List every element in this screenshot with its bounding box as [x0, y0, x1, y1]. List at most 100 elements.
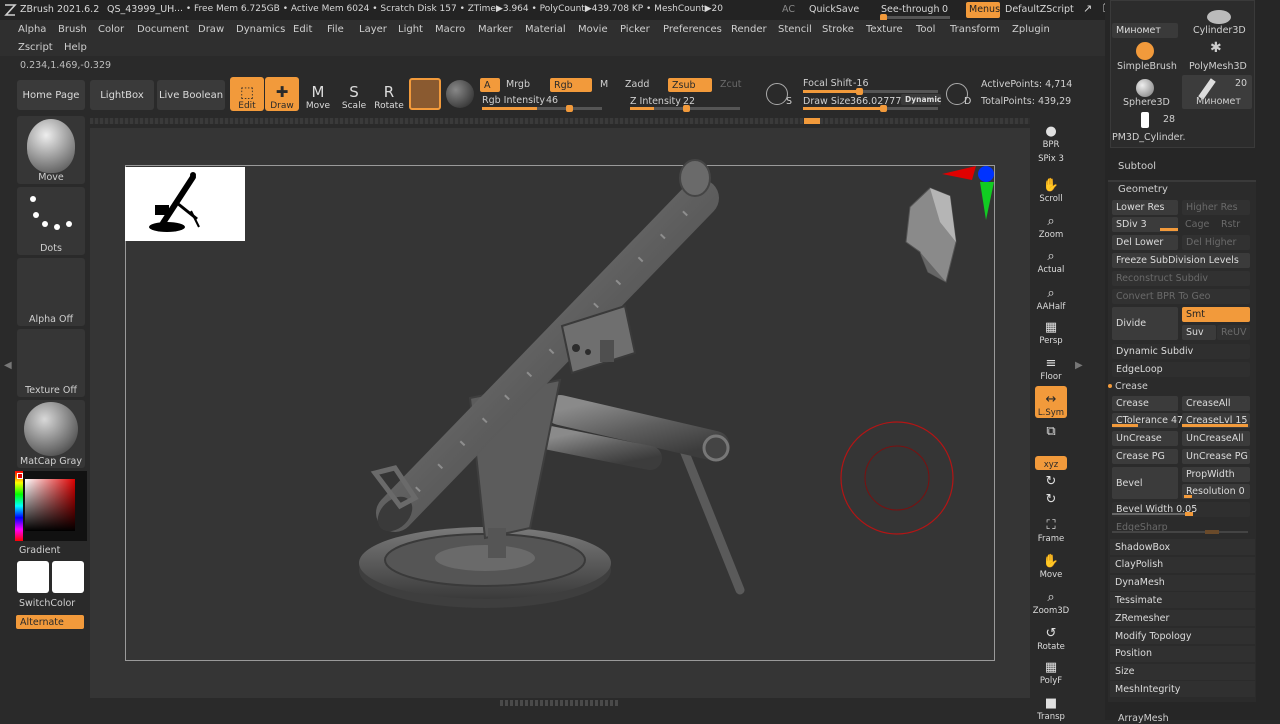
smt-toggle[interactable]: Smt: [1182, 307, 1250, 322]
tool-sphere3d[interactable]: Sphere3D: [1123, 97, 1170, 108]
move-mode-button[interactable]: M Move: [301, 77, 335, 111]
menu-transform[interactable]: Transform: [950, 24, 1000, 35]
live-boolean-button[interactable]: Live Boolean: [157, 80, 225, 110]
focal-shift-slider[interactable]: [803, 88, 938, 95]
tool-cylinder3d[interactable]: Cylinder3D: [1193, 25, 1246, 36]
saturation-value-box[interactable]: [25, 479, 75, 531]
convert-bpr-button[interactable]: Convert BPR To Geo: [1112, 289, 1250, 304]
zremesher-section[interactable]: ZRemesher: [1110, 610, 1255, 627]
transp-button[interactable]: ■ Transp: [1035, 690, 1067, 722]
texture-slot[interactable]: Texture Off: [17, 329, 85, 397]
menu-file[interactable]: File: [327, 24, 344, 35]
crease-pg-button[interactable]: Crease PG: [1112, 449, 1178, 464]
alternate-button[interactable]: Alternate: [16, 615, 84, 629]
menu-stroke[interactable]: Stroke: [822, 24, 854, 35]
menu-render[interactable]: Render: [731, 24, 767, 35]
draw-mode-button[interactable]: ✚ Draw: [265, 77, 299, 111]
menu-alpha[interactable]: Alpha: [18, 24, 46, 35]
quicksave-button[interactable]: QuickSave: [809, 4, 859, 15]
arraymesh-header[interactable]: ArrayMesh: [1118, 713, 1169, 724]
z-intensity-slider[interactable]: [630, 105, 740, 112]
del-higher-button[interactable]: Del Higher: [1182, 235, 1250, 250]
navigation-gizmo[interactable]: [900, 162, 1000, 292]
menus-button[interactable]: Menus: [966, 2, 1000, 18]
dynamesh-section[interactable]: DynaMesh: [1110, 574, 1255, 591]
bpr-button[interactable]: ● BPR: [1035, 118, 1067, 150]
menu-preferences[interactable]: Preferences: [663, 24, 722, 35]
lightbox-button[interactable]: LightBox: [90, 80, 154, 110]
polyf-button[interactable]: ▦ PolyF: [1035, 654, 1067, 686]
zoom3d-button[interactable]: ⌕ Zoom3D: [1033, 584, 1069, 616]
menu-zplugin[interactable]: Zplugin: [1012, 24, 1050, 35]
rotate-button[interactable]: ↺ Rotate: [1035, 620, 1067, 652]
menu-edit[interactable]: Edit: [293, 24, 312, 35]
menu-layer[interactable]: Layer: [359, 24, 387, 35]
shadowbox-section[interactable]: ShadowBox: [1110, 539, 1255, 555]
menu-help[interactable]: Help: [64, 42, 87, 53]
material-slot[interactable]: MatCap Gray: [17, 400, 85, 468]
move-button[interactable]: ✋ Move: [1035, 548, 1067, 580]
timeline-marker[interactable]: [804, 118, 820, 124]
m-toggle[interactable]: M: [600, 79, 608, 90]
menu-color[interactable]: Color: [98, 24, 124, 35]
modify-topology-section[interactable]: Modify Topology: [1110, 628, 1255, 644]
divide-button[interactable]: Divide: [1112, 307, 1178, 340]
resolution-slider[interactable]: Resolution 0: [1182, 484, 1250, 499]
dynamic-subdiv-section[interactable]: Dynamic Subdiv: [1112, 344, 1250, 359]
rgb-toggle[interactable]: Rgb: [550, 78, 592, 92]
bottom-shelf-handle[interactable]: [500, 700, 620, 706]
rot-z-button[interactable]: ↻: [1035, 490, 1067, 508]
rot-y-button[interactable]: ↻: [1035, 472, 1067, 490]
size-section[interactable]: Size: [1110, 663, 1255, 680]
stroke-slot[interactable]: Dots: [17, 187, 85, 255]
subtool-header[interactable]: Subtool: [1118, 161, 1156, 172]
menu-tool[interactable]: Tool: [916, 24, 935, 35]
zcut-toggle[interactable]: Zcut: [720, 79, 741, 90]
main-color-swatch[interactable]: [17, 561, 49, 593]
lock-button[interactable]: ⧉: [1035, 422, 1067, 440]
mrgb-toggle[interactable]: Mrgb: [506, 79, 530, 90]
aahalf-button[interactable]: ⌕ AAHalf: [1035, 280, 1067, 312]
menu-draw[interactable]: Draw: [198, 24, 224, 35]
scroll-button[interactable]: ✋ Scroll: [1035, 172, 1067, 204]
del-lower-button[interactable]: Del Lower: [1112, 235, 1178, 250]
zadd-toggle[interactable]: Zadd: [625, 79, 649, 90]
color-picker[interactable]: [15, 471, 87, 541]
propwidth-toggle[interactable]: PropWidth: [1182, 467, 1250, 482]
secondary-color-swatch[interactable]: [52, 561, 84, 593]
bevel-button[interactable]: Bevel: [1112, 467, 1178, 499]
l-sym-button[interactable]: ↔ L.Sym: [1035, 386, 1067, 418]
menu-light[interactable]: Light: [398, 24, 423, 35]
menu-movie[interactable]: Movie: [578, 24, 608, 35]
tool-simplebrush[interactable]: SimpleBrush: [1117, 61, 1177, 72]
crease-section-header[interactable]: Crease: [1115, 381, 1148, 392]
menu-stencil[interactable]: Stencil: [778, 24, 812, 35]
tool-polymesh3d[interactable]: PolyMesh3D: [1189, 61, 1247, 72]
menu-material[interactable]: Material: [525, 24, 566, 35]
edit-mode-button[interactable]: ⬚ Edit: [230, 77, 264, 111]
right-tray-toggle-icon[interactable]: ▶: [1075, 360, 1083, 374]
zsub-toggle[interactable]: Zsub: [668, 78, 712, 92]
mortar-model-3d[interactable]: [90, 128, 1030, 698]
menu-dynamics[interactable]: Dynamics: [236, 24, 285, 35]
window-icon-1[interactable]: ↗: [1083, 2, 1092, 15]
timeline-strip[interactable]: [90, 118, 1030, 124]
edgeloop-section[interactable]: EdgeLoop: [1112, 362, 1250, 377]
tool-minomet-selected[interactable]: Миномет 20: [1182, 75, 1252, 109]
menu-macro[interactable]: Macro: [435, 24, 465, 35]
creaseall-button[interactable]: CreaseAll: [1182, 396, 1250, 411]
uncrease-pg-button[interactable]: UnCrease PG: [1182, 449, 1250, 464]
s-circle-icon[interactable]: [766, 83, 788, 105]
draw-size-slider[interactable]: [803, 105, 938, 112]
frame-button[interactable]: ⛶ Frame: [1035, 512, 1067, 544]
xyz-button[interactable]: xyz: [1035, 456, 1067, 470]
actual-button[interactable]: ⌕ Actual: [1035, 243, 1067, 275]
cage-button[interactable]: Cage: [1185, 219, 1209, 230]
hue-strip[interactable]: [15, 471, 23, 541]
default-zscript[interactable]: DefaultZScript: [1005, 4, 1074, 15]
left-tray-toggle-icon[interactable]: ◀: [4, 360, 12, 374]
alpha-slot[interactable]: Alpha Off: [17, 258, 85, 326]
freeze-subdiv-button[interactable]: Freeze SubDivision Levels: [1112, 253, 1250, 268]
rgb-intensity-slider[interactable]: [482, 105, 602, 112]
reuv-button[interactable]: ReUV: [1217, 325, 1250, 340]
